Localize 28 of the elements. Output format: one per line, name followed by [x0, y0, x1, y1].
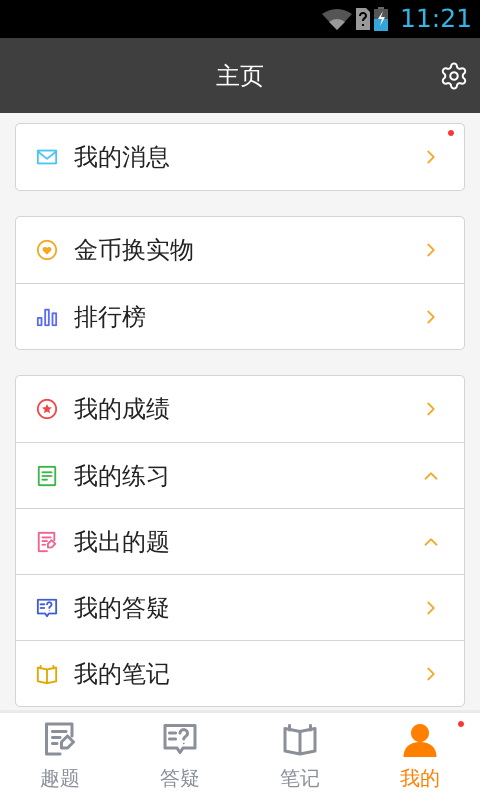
document-pencil-icon: [42, 720, 78, 756]
menu-item-label: 我的成绩: [74, 394, 171, 425]
menu-item-label: 我的答疑: [74, 592, 171, 624]
menu-item-label: 我的练习: [74, 460, 171, 492]
document-icon: [36, 464, 58, 486]
clock: 11:21: [400, 3, 472, 36]
speech-question-icon: [36, 596, 58, 618]
document-pencil-icon: [36, 530, 58, 552]
menu-item[interactable]: 金币换实物: [16, 217, 464, 283]
menu-item[interactable]: 我的笔记: [16, 640, 464, 706]
menu-item-label: 排行榜: [74, 302, 147, 332]
menu-item[interactable]: 我的成绩: [16, 376, 464, 442]
sim-icon: [356, 8, 370, 30]
header-title: 主页: [216, 60, 264, 92]
open-book-icon: [36, 662, 58, 684]
menu-item-label: 我的笔记: [74, 658, 171, 690]
menu-item[interactable]: 我的答疑: [16, 574, 464, 640]
settings-icon: [439, 61, 469, 91]
menu-item[interactable]: 我的练习: [16, 442, 464, 508]
battery-icon: [374, 7, 388, 31]
menu-item[interactable]: 我的消息: [16, 124, 464, 190]
menu-item[interactable]: 我出的题: [16, 508, 464, 574]
menu-item[interactable]: 排行榜: [16, 283, 464, 349]
heart-coin-icon: [36, 239, 58, 261]
menu-item-label: 我出的题: [74, 526, 171, 558]
menu-item-label: 我的消息: [74, 142, 171, 173]
wifi-icon: [322, 8, 352, 30]
menu-item-label: 金币换实物: [74, 235, 195, 266]
